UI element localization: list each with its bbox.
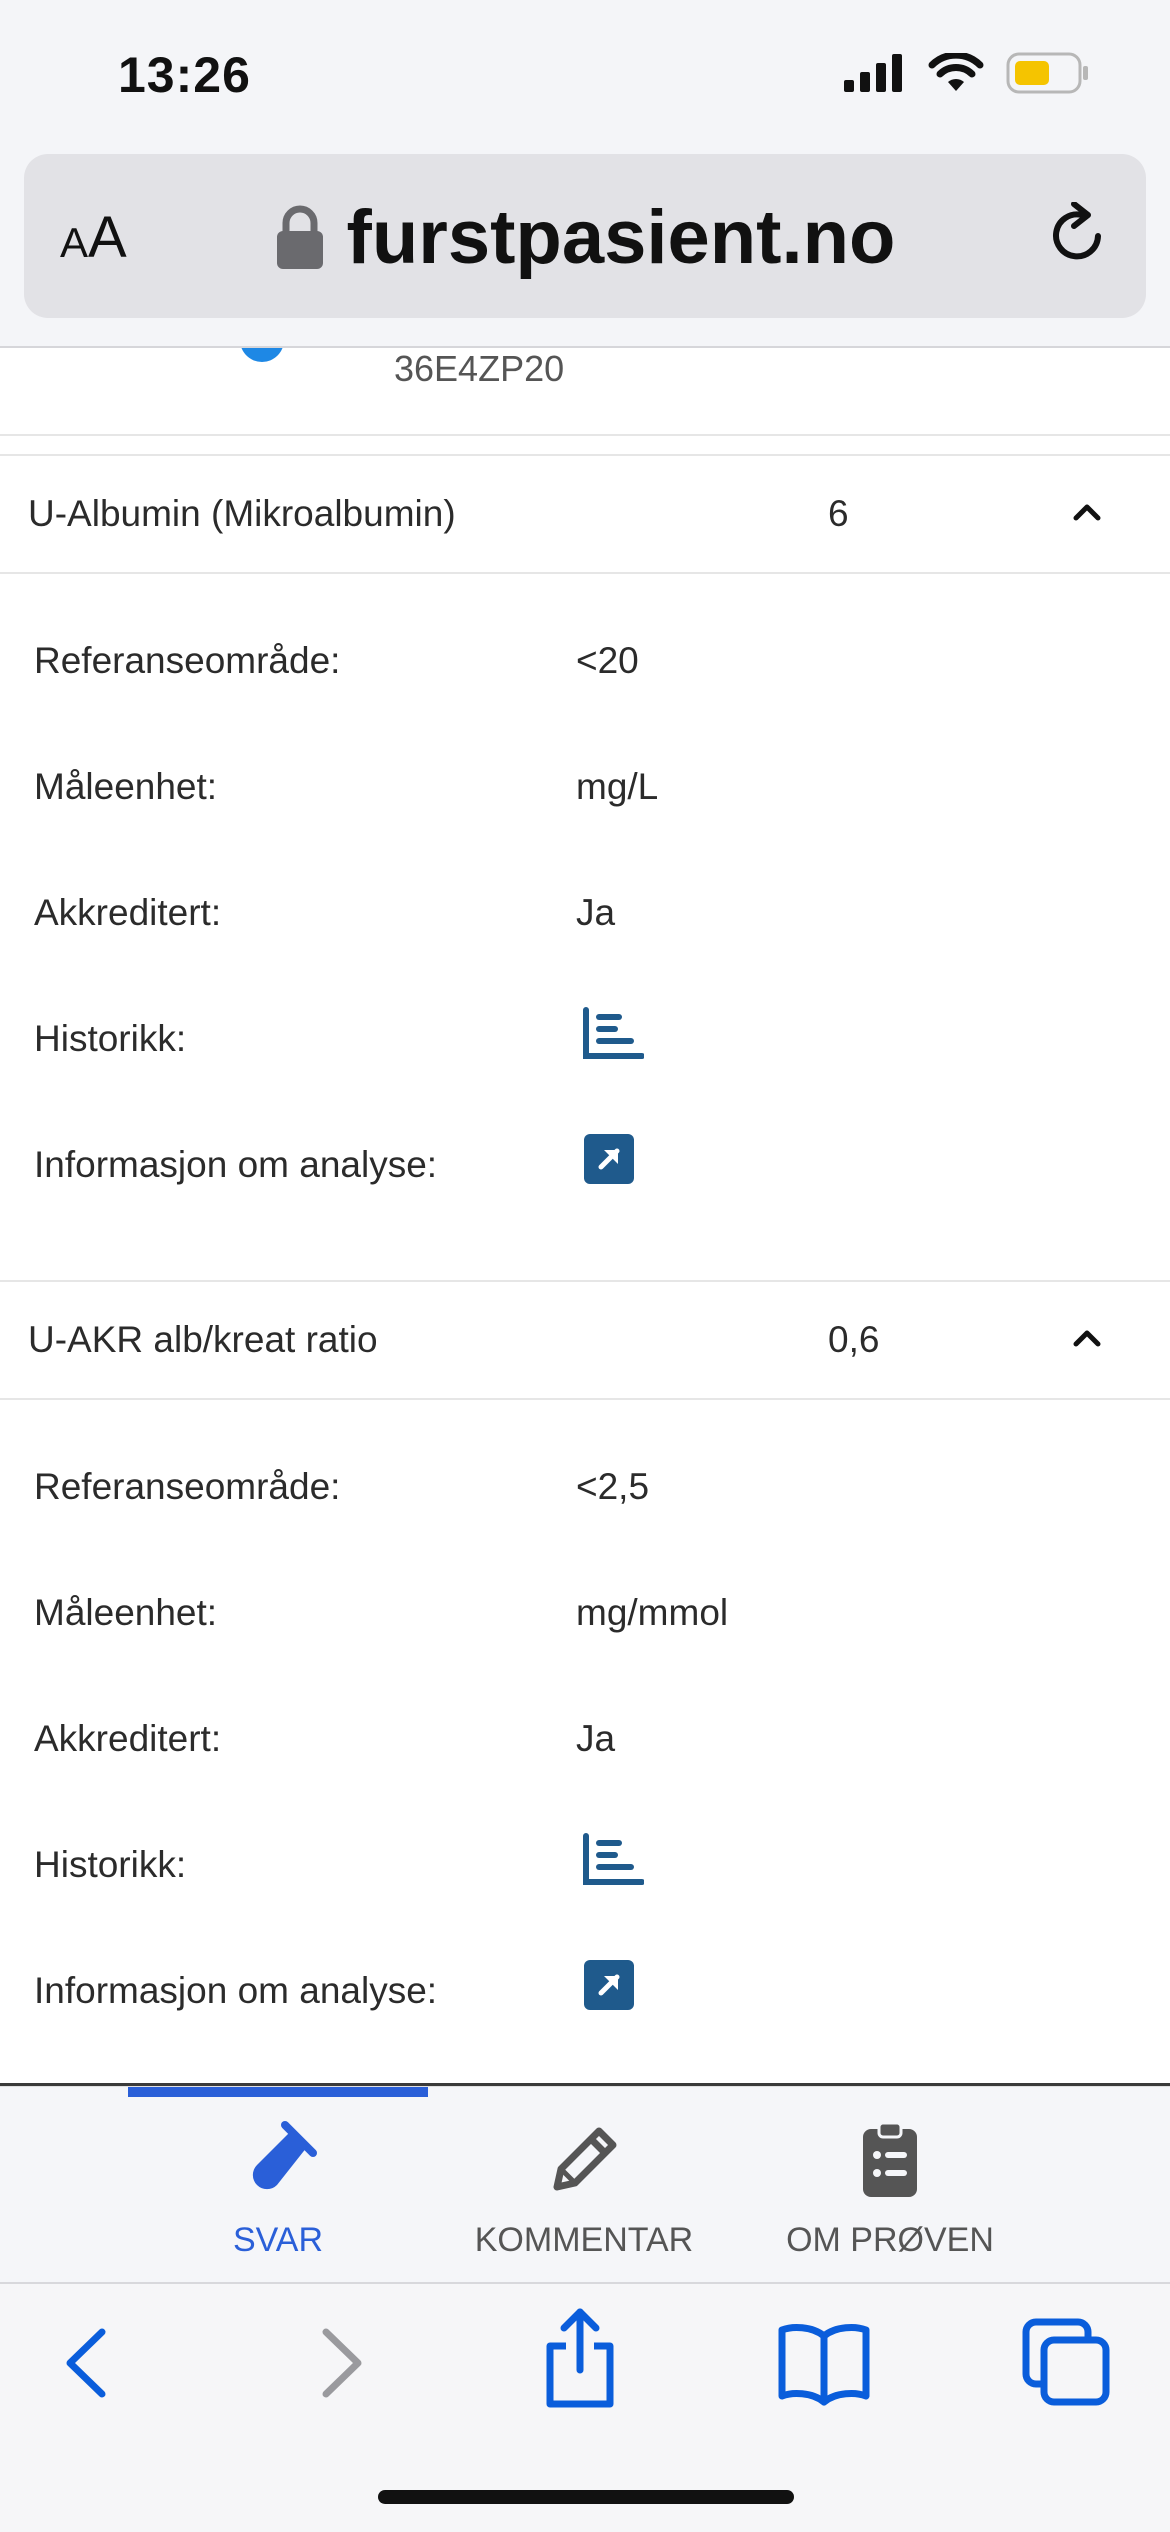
status-bar: 13:26 xyxy=(0,0,1170,150)
home-indicator xyxy=(378,2490,794,2504)
app-tab-bar: SVAR KOMMENTAR OM PRØVEN xyxy=(0,2086,1170,2282)
status-time: 13:26 xyxy=(118,47,251,103)
accredited-value: Ja xyxy=(576,892,616,933)
detail-row-reference: Referanseområde: <20 xyxy=(0,612,1170,738)
url-display[interactable]: furstpasient.no xyxy=(24,194,1146,281)
detail-row-info: Informasjon om analyse: xyxy=(0,1116,1170,1242)
accredited-value: Ja xyxy=(576,1718,616,1759)
status-icons xyxy=(844,52,1090,94)
history-label: Historikk: xyxy=(34,1844,187,1885)
status-dot xyxy=(240,348,284,362)
history-label: Historikk: xyxy=(34,1018,187,1059)
tab-om-proven[interactable]: OM PRØVEN xyxy=(740,2117,1040,2260)
tab-svar[interactable]: SVAR xyxy=(128,2117,428,2260)
detail-row-accredited: Akkreditert: Ja xyxy=(0,864,1170,990)
analysis-header-u-albumin[interactable]: U-Albumin (Mikroalbumin) 6 xyxy=(0,454,1170,574)
reference-label: Referanseområde: xyxy=(34,640,341,681)
analysis-header-u-akr[interactable]: U-AKR alb/kreat ratio 0,6 xyxy=(0,1280,1170,1400)
url-text: furstpasient.no xyxy=(346,195,896,280)
info-label: Informasjon om analyse: xyxy=(34,1970,438,2011)
pencil-icon xyxy=(553,2127,617,2191)
unit-label: Måleenhet: xyxy=(34,766,218,807)
bookmarks-icon[interactable] xyxy=(776,2318,872,2408)
analysis-value: 0,6 xyxy=(828,1319,880,1360)
detail-row-history: Historikk: xyxy=(0,1816,1170,1942)
tab-label: SVAR xyxy=(232,2221,324,2259)
tabs-icon[interactable] xyxy=(1022,2318,1112,2408)
detail-row-info: Informasjon om analyse: xyxy=(0,1942,1170,2068)
reference-value: <2,5 xyxy=(576,1466,650,1507)
history-chart-icon[interactable] xyxy=(582,1832,644,1888)
external-link-icon[interactable] xyxy=(582,1958,636,2012)
analysis-name: U-Albumin (Mikroalbumin) xyxy=(28,493,456,534)
cellular-signal-icon xyxy=(844,54,902,92)
back-icon[interactable] xyxy=(58,2318,118,2408)
wifi-icon xyxy=(928,53,984,91)
reference-label: Referanseområde: xyxy=(34,1466,341,1507)
detail-row-unit: Måleenhet: mg/mmol xyxy=(0,1564,1170,1690)
analysis-value: 6 xyxy=(828,493,849,534)
sample-header-fragment: 36E4ZP20 xyxy=(0,348,1170,436)
browser-address-area: AA furstpasient.no xyxy=(0,150,1170,348)
tab-kommentar[interactable]: KOMMENTAR xyxy=(434,2117,734,2260)
info-label: Informasjon om analyse: xyxy=(34,1144,438,1185)
unit-value: mg/L xyxy=(576,766,659,807)
unit-label: Måleenhet: xyxy=(34,1592,218,1633)
accredited-label: Akkreditert: xyxy=(34,1718,222,1759)
tab-label: OM PRØVEN xyxy=(786,2221,994,2259)
sample-code: 36E4ZP20 xyxy=(394,348,565,389)
results-content[interactable]: 36E4ZP20 U-Albumin (Mikroalbumin) 6 Refe… xyxy=(0,348,1170,2086)
reference-value: <20 xyxy=(576,640,639,681)
detail-row-history: Historikk: xyxy=(0,990,1170,1116)
analysis-details: Referanseområde: <20 Måleenhet: mg/L Akk… xyxy=(0,574,1170,1280)
history-chart-icon[interactable] xyxy=(582,1006,644,1062)
detail-row-accredited: Akkreditert: Ja xyxy=(0,1690,1170,1816)
analysis-name: U-AKR alb/kreat ratio xyxy=(28,1319,378,1360)
active-tab-indicator xyxy=(128,2087,428,2097)
forward-icon[interactable] xyxy=(310,2318,370,2408)
external-link-icon[interactable] xyxy=(582,1132,636,1186)
lock-icon xyxy=(276,205,323,269)
accredited-label: Akkreditert: xyxy=(34,892,222,933)
detail-row-unit: Måleenhet: mg/L xyxy=(0,738,1170,864)
url-bar[interactable]: AA furstpasient.no xyxy=(24,154,1146,318)
unit-value: mg/mmol xyxy=(576,1592,729,1633)
test-tube-icon xyxy=(252,2121,317,2190)
analysis-details: Referanseområde: <2,5 Måleenhet: mg/mmol… xyxy=(0,1400,1170,2086)
share-icon[interactable] xyxy=(540,2306,620,2410)
reload-icon[interactable] xyxy=(1048,202,1110,268)
tab-label: KOMMENTAR xyxy=(474,2221,694,2259)
chevron-up-icon[interactable] xyxy=(1072,502,1102,522)
clipboard-list-icon xyxy=(863,2121,917,2197)
battery-icon xyxy=(1006,52,1088,94)
detail-row-reference: Referanseområde: <2,5 xyxy=(0,1438,1170,1564)
chevron-up-icon[interactable] xyxy=(1072,1328,1102,1348)
